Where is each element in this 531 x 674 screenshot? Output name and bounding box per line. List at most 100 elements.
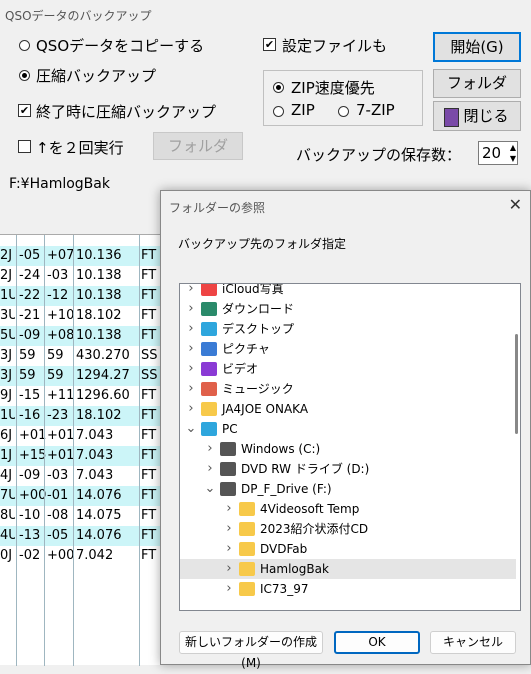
cancel-button[interactable]: キャンセル xyxy=(430,631,516,654)
chevron-right-icon[interactable]: › xyxy=(223,499,235,519)
table-cell: 10.136 xyxy=(76,248,122,263)
table-cell: -15 xyxy=(19,388,41,403)
compress-radio[interactable] xyxy=(19,70,30,81)
table-cell: 1U xyxy=(0,408,15,423)
chevron-right-icon[interactable]: › xyxy=(185,319,197,339)
tree-node[interactable]: › IC73_97 xyxy=(180,579,516,599)
tree-node[interactable]: › ピクチャ xyxy=(180,339,516,359)
settings-file-checkbox-label[interactable]: 設定ファイルも xyxy=(282,35,387,56)
grid-line xyxy=(16,226,17,666)
zip-radio-label[interactable]: ZIP xyxy=(291,101,315,119)
drive-icon xyxy=(220,482,236,496)
run-twice-checkbox[interactable] xyxy=(18,140,31,153)
folder-icon xyxy=(239,502,255,516)
table-cell: 14.076 xyxy=(76,528,122,543)
compress-radio-label[interactable]: 圧縮バックアップ xyxy=(36,65,156,86)
tree-scrollbar[interactable] xyxy=(515,334,518,434)
sevenzip-radio[interactable] xyxy=(338,106,349,117)
tree-node-label: 2023紹介状添付CD xyxy=(260,522,369,536)
tree-node[interactable]: › Windows (C:) xyxy=(180,439,516,459)
table-cell: 59 xyxy=(19,368,36,383)
tree-node-label: 4Videosoft Temp xyxy=(260,502,360,516)
chevron-right-icon[interactable]: › xyxy=(185,299,197,319)
table-cell: FT xyxy=(141,288,157,303)
chevron-right-icon[interactable]: › xyxy=(223,539,235,559)
chevron-right-icon[interactable]: › xyxy=(185,284,197,299)
zip-speed-radio[interactable] xyxy=(273,82,284,93)
new-folder-button[interactable]: 新しいフォルダーの作成(M) xyxy=(179,631,323,670)
table-cell: -24 xyxy=(19,268,41,283)
table-cell: -22 xyxy=(19,288,41,303)
chevron-right-icon[interactable]: › xyxy=(204,439,216,459)
table-cell: -23 xyxy=(47,408,69,423)
tree-node[interactable]: › ダウンロード xyxy=(180,299,516,319)
table-cell: 1J xyxy=(0,448,13,463)
chevron-down-icon[interactable]: ⌄ xyxy=(185,419,197,439)
tree-node[interactable]: › 2023紹介状添付CD xyxy=(180,519,516,539)
table-cell: FT xyxy=(141,308,157,323)
close-icon[interactable]: ✕ xyxy=(509,195,522,214)
copy-radio[interactable] xyxy=(19,40,30,51)
tree-node-label: DVD RW ドライブ (D:) xyxy=(241,462,370,476)
chevron-right-icon[interactable]: › xyxy=(185,399,197,419)
tree-node[interactable]: › HamlogBak xyxy=(180,559,516,579)
zip-radio[interactable] xyxy=(273,106,284,117)
tree-node[interactable]: › DVD RW ドライブ (D:) xyxy=(180,459,516,479)
table-cell: +10 xyxy=(47,308,75,323)
table-cell: -05 xyxy=(47,528,69,543)
tree-node-label: ミュージック xyxy=(222,382,294,396)
close-button[interactable]: 閉じる xyxy=(433,101,521,131)
table-cell: -09 xyxy=(19,328,41,343)
start-button[interactable]: 開始(G) xyxy=(433,32,521,62)
chevron-right-icon[interactable]: › xyxy=(223,579,235,599)
tree-node[interactable]: ⌄ DP_F_Drive (F:) xyxy=(180,479,516,499)
chevron-right-icon[interactable]: › xyxy=(185,359,197,379)
table-cell: 59 xyxy=(47,348,64,363)
zip-speed-radio-label[interactable]: ZIP速度優先 xyxy=(291,77,375,98)
sevenzip-radio-label[interactable]: 7-ZIP xyxy=(356,101,395,119)
spinner-down-icon[interactable]: ▼ xyxy=(510,153,516,164)
table-cell: 14.075 xyxy=(76,508,122,523)
save-count-value[interactable]: 20 xyxy=(482,144,501,162)
table-cell: FT xyxy=(141,548,157,563)
table-cell: 6J xyxy=(0,428,13,443)
table-cell: FT xyxy=(141,488,157,503)
chevron-right-icon[interactable]: › xyxy=(223,519,235,539)
spinner-up-icon[interactable]: ▲ xyxy=(510,142,516,153)
ok-button[interactable]: OK xyxy=(334,631,420,654)
chevron-right-icon[interactable]: › xyxy=(185,339,197,359)
table-cell: 14.076 xyxy=(76,488,122,503)
tree-node[interactable]: › JA4JOE ONAKA xyxy=(180,399,516,419)
table-cell: FT xyxy=(141,448,157,463)
tree-node[interactable]: › 4Videosoft Temp xyxy=(180,499,516,519)
chevron-right-icon[interactable]: › xyxy=(223,559,235,579)
folder-browse-dialog: フォルダーの参照 ✕ バックアップ先のフォルダ指定 › iCloud写真 › ダウンロ… xyxy=(160,190,531,670)
folder-tree[interactable]: › iCloud写真 › ダウンロード › デスクトップ › ピクチャ › ビデオ › ミュージック ›… xyxy=(179,283,521,611)
desktop-icon xyxy=(201,322,217,336)
tree-node[interactable]: › DVDFab xyxy=(180,539,516,559)
chevron-down-icon[interactable]: ⌄ xyxy=(204,479,216,499)
tree-node[interactable]: › ビデオ xyxy=(180,359,516,379)
save-count-spinner[interactable]: 20 ▲ ▼ xyxy=(478,141,518,165)
tree-node[interactable]: ⌄ PC xyxy=(180,419,516,439)
tree-node[interactable]: › iCloud写真 xyxy=(180,284,516,299)
run-twice-checkbox-label[interactable]: ↑を２回実行 xyxy=(36,137,124,158)
on-exit-checkbox[interactable]: ✔ xyxy=(18,104,31,117)
tree-node[interactable]: › デスクトップ xyxy=(180,319,516,339)
copy-radio-label[interactable]: QSOデータをコピーする xyxy=(36,35,204,56)
zip-option-group: ZIP速度優先 ZIP 7-ZIP xyxy=(263,70,423,126)
folder-icon xyxy=(201,402,217,416)
table-cell: SS xyxy=(141,368,158,383)
table-cell: 7.043 xyxy=(76,468,114,483)
settings-file-checkbox[interactable]: ✔ xyxy=(263,38,276,51)
table-cell: -03 xyxy=(47,468,69,483)
folder-button[interactable]: フォルダ xyxy=(433,69,521,98)
table-cell: 8U xyxy=(0,508,15,523)
download-icon xyxy=(201,302,217,316)
tree-node[interactable]: › ミュージック xyxy=(180,379,516,399)
on-exit-checkbox-label[interactable]: 終了時に圧縮バックアップ xyxy=(36,101,216,122)
exit-door-icon xyxy=(444,108,459,127)
chevron-right-icon[interactable]: › xyxy=(185,379,197,399)
chevron-right-icon[interactable]: › xyxy=(204,459,216,479)
tree-node-label: ピクチャ xyxy=(222,342,270,356)
